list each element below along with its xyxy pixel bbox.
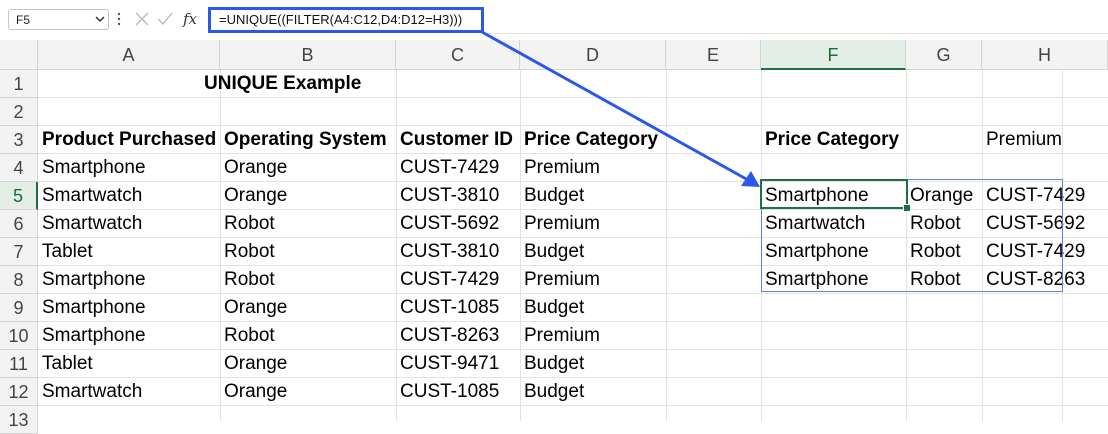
table-cell[interactable]: CUST-3810 — [396, 238, 499, 266]
row-header-3[interactable]: 3 — [0, 126, 38, 154]
table-cell[interactable]: Budget — [520, 182, 584, 210]
table-cell[interactable]: Smartphone — [38, 154, 146, 182]
chevron-down-icon[interactable] — [95, 14, 105, 24]
row-header-13[interactable]: 13 — [0, 406, 38, 434]
fill-handle[interactable] — [903, 204, 911, 212]
table-cell[interactable]: Orange — [220, 294, 287, 322]
column-header-c[interactable]: C — [396, 40, 520, 70]
formula-text: =UNIQUE((FILTER(A4:C12,D4:D12=H3))) — [219, 12, 463, 27]
row-header-7[interactable]: 7 — [0, 238, 38, 266]
table-cell[interactable]: Robot — [220, 322, 275, 350]
enter-icon[interactable] — [157, 12, 173, 26]
table-cell[interactable]: Premium — [520, 154, 600, 182]
row-header-9[interactable]: 9 — [0, 294, 38, 322]
name-box-value: F5 — [16, 13, 31, 27]
table-cell[interactable]: Premium — [520, 322, 600, 350]
table-cell[interactable]: Premium — [520, 266, 600, 294]
cell-c3[interactable]: Customer ID — [396, 126, 513, 154]
table-cell[interactable]: Budget — [520, 238, 584, 266]
column-header-g[interactable]: G — [906, 40, 982, 70]
table-cell[interactable]: Smartphone — [38, 294, 146, 322]
row-header-5[interactable]: 5 — [0, 182, 38, 210]
table-cell[interactable]: Orange — [220, 350, 287, 378]
row-header-12[interactable]: 12 — [0, 378, 38, 406]
table-cell[interactable]: Smartphone — [38, 322, 146, 350]
name-box[interactable]: F5 — [8, 9, 109, 30]
table-cell[interactable]: CUST-8263 — [396, 322, 499, 350]
table-cell[interactable]: CUST-7429 — [396, 266, 499, 294]
table-cell[interactable]: Budget — [520, 378, 584, 406]
row-header-4[interactable]: 4 — [0, 154, 38, 182]
cell-a3[interactable]: Product Purchased — [38, 126, 216, 154]
row-header-8[interactable]: 8 — [0, 266, 38, 294]
table-cell[interactable]: Smartwatch — [38, 378, 142, 406]
row-header-2[interactable]: 2 — [0, 98, 38, 126]
table-cell[interactable]: Smartwatch — [38, 182, 142, 210]
column-header-h[interactable]: H — [982, 40, 1108, 70]
row-header-10[interactable]: 10 — [0, 322, 38, 350]
table-cell[interactable]: Budget — [520, 294, 584, 322]
select-all-corner[interactable] — [0, 40, 38, 70]
row-header-11[interactable]: 11 — [0, 350, 38, 378]
cell-b3[interactable]: Operating System — [220, 126, 387, 154]
table-cell[interactable]: CUST-3810 — [396, 182, 499, 210]
column-header-b[interactable]: B — [220, 40, 396, 70]
cell-f3[interactable]: Price Category — [761, 126, 899, 154]
formula-input[interactable]: =UNIQUE((FILTER(A4:C12,D4:D12=H3))) — [208, 7, 484, 33]
row-header-1[interactable]: 1 — [0, 70, 38, 98]
table-cell[interactable]: Smartphone — [38, 266, 146, 294]
table-cell[interactable]: Smartwatch — [38, 210, 142, 238]
active-cell-border — [760, 179, 908, 209]
row-header-6[interactable]: 6 — [0, 210, 38, 238]
gridline — [38, 97, 1108, 98]
column-header-e[interactable]: E — [666, 40, 761, 70]
table-cell[interactable]: Orange — [220, 154, 287, 182]
table-cell[interactable]: Tablet — [38, 350, 93, 378]
gridline — [666, 70, 667, 421]
table-cell[interactable]: Robot — [220, 266, 275, 294]
table-cell[interactable]: Premium — [520, 210, 600, 238]
cancel-icon[interactable] — [135, 12, 149, 26]
formula-bar: F5 fx =UNIQUE((FILTER(A4:C12,D4:D12=H3))… — [0, 0, 1108, 40]
column-header-a[interactable]: A — [38, 40, 220, 70]
insert-function-icon[interactable]: fx — [183, 10, 197, 28]
table-cell[interactable]: CUST-1085 — [396, 378, 499, 406]
table-cell[interactable]: CUST-9471 — [396, 350, 499, 378]
table-cell[interactable]: CUST-5692 — [396, 210, 499, 238]
table-cell[interactable]: Orange — [220, 182, 287, 210]
column-header-d[interactable]: D — [520, 40, 666, 70]
more-options-icon[interactable] — [117, 12, 121, 26]
cell-h3[interactable]: Premium — [982, 126, 1062, 154]
table-cell[interactable]: CUST-1085 — [396, 294, 499, 322]
table-cell[interactable]: Orange — [220, 378, 287, 406]
table-cell[interactable]: CUST-7429 — [396, 154, 499, 182]
table-cell[interactable]: Robot — [220, 238, 275, 266]
table-cell[interactable]: Tablet — [38, 238, 93, 266]
table-cell[interactable]: Robot — [220, 210, 275, 238]
column-header-f[interactable]: F — [761, 40, 906, 70]
formula-buttons: fx — [131, 10, 203, 30]
formula-input-area[interactable] — [486, 8, 1108, 34]
table-cell[interactable]: Budget — [520, 350, 584, 378]
cell-d3[interactable]: Price Category — [520, 126, 658, 154]
cell-title[interactable]: UNIQUE Example — [200, 70, 361, 98]
